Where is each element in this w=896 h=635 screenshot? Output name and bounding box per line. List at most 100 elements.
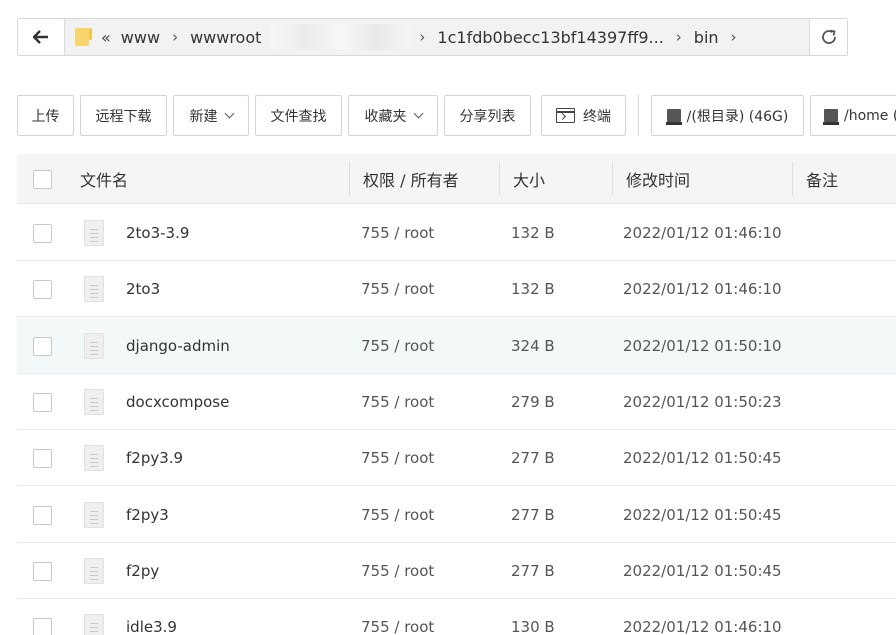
column-header-size[interactable]: 大小: [513, 154, 545, 204]
file-size: 132 B: [511, 224, 555, 242]
file-size: 277 B: [511, 562, 555, 580]
file-size: 277 B: [511, 449, 555, 467]
file-permission: 755 / root: [361, 337, 435, 355]
column-divider: [612, 162, 613, 196]
table-row[interactable]: django-admin 755 / root 324 B 2022/01/12 01…: [17, 318, 896, 374]
disk-home-label: /home (: [844, 107, 896, 124]
file-permission: 755 / root: [361, 224, 435, 242]
row-checkbox[interactable]: [33, 505, 52, 525]
breadcrumb[interactable]: « www › wwwroot › 1c1fdb0becc13bf14397ff…: [65, 19, 809, 55]
breadcrumb-overflow-icon[interactable]: «: [101, 28, 111, 47]
file-icon: [84, 220, 104, 246]
table-row[interactable]: f2py3 755 / root 277 B 2022/01/12 01:50:45: [17, 487, 896, 543]
upload-label: 上传: [31, 108, 60, 125]
file-name[interactable]: f2py3: [126, 487, 169, 543]
chevron-right-icon: ›: [172, 28, 179, 46]
disk-icon: [823, 109, 839, 125]
new-label: 新建: [189, 108, 218, 125]
upload-button[interactable]: 上传: [17, 95, 74, 136]
chevron-right-icon: ›: [730, 28, 737, 46]
file-name[interactable]: f2py: [126, 543, 159, 599]
file-size: 130 B: [511, 618, 555, 635]
share-list-label: 分享列表: [459, 108, 516, 125]
file-mtime: 2022/01/12 01:46:10: [623, 618, 782, 635]
new-dropdown-button[interactable]: 新建: [173, 95, 249, 136]
file-icon: [84, 389, 104, 415]
disk-home-button[interactable]: /home (: [810, 95, 896, 136]
file-name[interactable]: docxcompose: [126, 374, 229, 430]
column-header-mtime[interactable]: 修改时间: [626, 154, 690, 204]
row-checkbox[interactable]: [33, 279, 52, 299]
column-divider: [499, 162, 500, 196]
table-row[interactable]: 2to3 755 / root 132 B 2022/01/12 01:46:10: [17, 261, 896, 317]
file-mtime: 2022/01/12 01:46:10: [623, 280, 782, 298]
disk-icon: [665, 109, 682, 125]
share-list-button[interactable]: 分享列表: [444, 95, 531, 136]
chevron-down-icon: [224, 108, 234, 119]
file-name[interactable]: idle3.9: [126, 599, 177, 635]
table-row[interactable]: idle3.9 755 / root 130 B 2022/01/12 01:46:1…: [17, 599, 896, 635]
breadcrumb-item-project[interactable]: 1c1fdb0becc13bf14397ff9...: [437, 28, 663, 47]
table-row[interactable]: f2py 755 / root 277 B 2022/01/12 01:50:45: [17, 543, 896, 599]
file-search-label: 文件查找: [270, 108, 327, 125]
row-checkbox[interactable]: [33, 336, 52, 356]
back-button[interactable]: [18, 19, 65, 55]
file-icon: [84, 333, 104, 359]
file-name[interactable]: django-admin: [126, 318, 230, 374]
file-search-button[interactable]: 文件查找: [255, 95, 342, 136]
file-size: 277 B: [511, 506, 555, 524]
disk-root-button[interactable]: /(根目录) (46G): [651, 95, 804, 136]
table-row[interactable]: docxcompose 755 / root 279 B 2022/01/12 01:…: [17, 374, 896, 430]
file-permission: 755 / root: [361, 280, 435, 298]
refresh-icon: [821, 29, 836, 44]
file-permission: 755 / root: [361, 393, 435, 411]
file-icon: [84, 558, 104, 584]
row-checkbox[interactable]: [33, 448, 52, 468]
favorites-label: 收藏夹: [364, 108, 407, 125]
row-checkbox[interactable]: [33, 392, 52, 412]
refresh-button[interactable]: [809, 19, 847, 55]
toolbar: 上传 远程下载 新建 文件查找 收藏夹 分享列表 终端 /(根目录) (46G)…: [17, 95, 896, 136]
file-name[interactable]: f2py3.9: [126, 430, 183, 486]
chevron-down-icon: [413, 108, 423, 119]
chevron-right-icon: ›: [419, 28, 426, 46]
redacted-segment: [271, 24, 412, 50]
file-icon: [84, 276, 104, 302]
column-divider: [792, 162, 793, 196]
file-mtime: 2022/01/12 01:46:10: [623, 224, 782, 242]
terminal-label: 终端: [583, 108, 611, 125]
breadcrumb-item-www[interactable]: www: [121, 28, 160, 47]
file-name[interactable]: 2to3-3.9: [126, 205, 189, 261]
file-size: 132 B: [511, 280, 555, 298]
file-permission: 755 / root: [361, 618, 435, 635]
row-checkbox[interactable]: [33, 561, 52, 581]
disk-root-label: /(根目录) (46G): [686, 108, 789, 125]
column-header-name[interactable]: 文件名: [80, 154, 128, 204]
column-header-note[interactable]: 备注: [806, 154, 838, 204]
row-checkbox[interactable]: [33, 617, 52, 635]
remote-download-button[interactable]: 远程下载: [80, 95, 167, 136]
row-checkbox[interactable]: [33, 223, 52, 243]
file-mtime: 2022/01/12 01:50:45: [623, 449, 782, 467]
file-size: 324 B: [511, 337, 555, 355]
folder-icon: [75, 28, 92, 46]
file-mtime: 2022/01/12 01:50:10: [623, 337, 782, 355]
file-permission: 755 / root: [361, 506, 435, 524]
arrow-left-icon: [33, 30, 48, 44]
terminal-button[interactable]: 终端: [541, 95, 626, 136]
breadcrumb-item-wwwroot[interactable]: wwwroot: [190, 28, 261, 47]
table-row[interactable]: f2py3.9 755 / root 277 B 2022/01/12 01:50:4…: [17, 430, 896, 486]
remote-download-label: 远程下载: [95, 108, 152, 125]
column-header-permission[interactable]: 权限 / 所有者: [363, 154, 459, 204]
column-divider: [349, 162, 350, 196]
favorites-dropdown-button[interactable]: 收藏夹: [348, 95, 438, 136]
file-mtime: 2022/01/12 01:50:45: [623, 562, 782, 580]
file-permission: 755 / root: [361, 562, 435, 580]
address-bar: « www › wwwroot › 1c1fdb0becc13bf14397ff…: [17, 18, 848, 56]
breadcrumb-item-bin[interactable]: bin: [694, 28, 719, 47]
file-permission: 755 / root: [361, 449, 435, 467]
table-row[interactable]: 2to3-3.9 755 / root 132 B 2022/01/12 01:46:…: [17, 205, 896, 261]
file-icon: [84, 614, 104, 635]
select-all-checkbox[interactable]: [33, 169, 52, 189]
file-name[interactable]: 2to3: [126, 261, 160, 317]
